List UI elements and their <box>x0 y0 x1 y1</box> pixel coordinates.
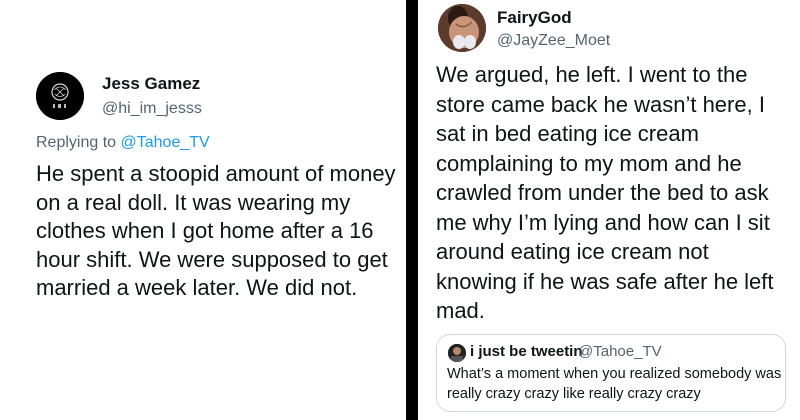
quoted-user-avatar <box>448 344 466 362</box>
replying-to-line: Replying to @Tahoe_TV <box>36 134 210 152</box>
replying-to-mention-link[interactable]: @Tahoe_TV <box>121 134 210 151</box>
quoted-tweet-text: What’s a moment when you realized somebo… <box>447 366 782 402</box>
left-tweet-panel: Jess Gamez @hi_im_jesss Replying to @Tah… <box>0 0 406 420</box>
quoted-display-name: i just be tweetin <box>470 343 583 360</box>
user-handle[interactable]: @hi_im_jesss <box>102 100 202 118</box>
fairygod-avatar[interactable] <box>438 4 486 52</box>
user-handle[interactable]: @JayZee_Moet <box>497 32 610 50</box>
replying-to-label: Replying to <box>36 134 121 151</box>
display-name[interactable]: FairyGod <box>497 8 572 28</box>
display-name[interactable]: Jess Gamez <box>102 74 200 94</box>
jess-gamez-avatar[interactable] <box>36 72 84 120</box>
avatar-emblem-icon <box>36 72 84 120</box>
quoted-user-handle: @Tahoe_TV <box>578 343 662 360</box>
tweet-text: We argued, he left. I went to the store … <box>436 62 774 323</box>
profile-photo-icon <box>438 4 486 52</box>
quoted-avatar-icon <box>448 344 466 362</box>
tweet-text: He spent a stoopid amount of money on a … <box>36 161 396 300</box>
panel-divider <box>406 0 418 420</box>
